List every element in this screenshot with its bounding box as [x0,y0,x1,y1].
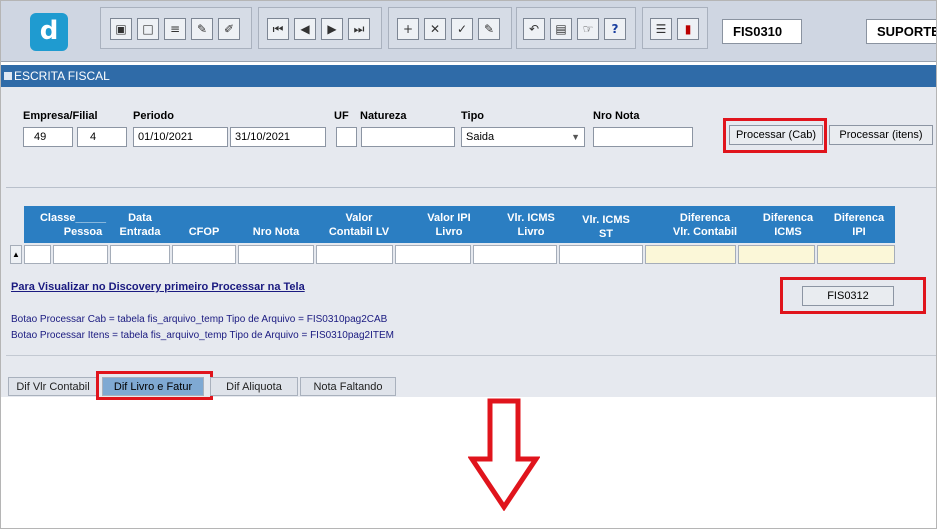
col-diferenca-contabil: Diferenca Vlr. Contabil [646,211,764,239]
clipboard-icon[interactable]: ▤ [550,18,572,40]
col-diferenca-ipi: Diferenca IPI [824,211,894,239]
col-header-line: ICMS [774,226,802,238]
tab-dif-aliquota[interactable]: Dif Aliquota [210,377,298,396]
col-cfop: CFOP [172,211,236,239]
grid-cell[interactable] [473,245,557,264]
grid-cell[interactable] [395,245,471,264]
col-header-line: CFOP [188,226,220,238]
grid-cell[interactable] [316,245,393,264]
grid-cell[interactable] [738,245,815,264]
col-header-line: Diferenca [833,212,885,224]
save-record-icon[interactable]: ✓ [451,18,473,40]
natureza-label: Natureza [360,110,407,122]
undo-icon[interactable]: ↶ [523,18,545,40]
grid-cell[interactable] [172,245,236,264]
cancel-icon[interactable]: ✎ [478,18,500,40]
col-vlr-icms-st: Vlr. ICMS ST [562,213,650,241]
col-data-entrada: Data Entrada [110,211,170,239]
window-title: ESCRITA FISCAL [14,69,110,83]
col-header-line: IPI [852,226,866,238]
processar-itens-button[interactable]: Processar (itens) [829,125,933,145]
grid-cell[interactable] [238,245,314,264]
col-header-line: Valor [345,212,373,224]
maximize-icon[interactable]: □ [137,18,159,40]
divider [6,187,937,188]
col-header-line [238,211,314,225]
question-icon[interactable]: ? [604,18,626,40]
grid-cell[interactable] [24,245,51,264]
user-name: SUPORTE [866,19,937,44]
col-valor-contabil: Valor Contabil LV [316,211,402,239]
chevron-down-icon: ▼ [571,132,580,142]
periodo-inicio-field[interactable]: 01/10/2021 [133,127,228,147]
uf-field[interactable] [336,127,357,147]
col-header-line: Diferenca [679,212,731,224]
grid-cell[interactable] [559,245,643,264]
uf-label: UF [334,110,349,122]
first-record-icon[interactable]: ⏮ [267,18,289,40]
discovery-link[interactable]: Para Visualizar no Discovery primeiro Pr… [11,281,305,293]
edit-icon[interactable]: ✐ [218,18,240,40]
save-icon[interactable]: ▣ [110,18,132,40]
nro-nota-field[interactable] [593,127,693,147]
empresa-field[interactable]: 49 [23,127,73,147]
tipo-value: Saida [466,131,495,143]
tipo-label: Tipo [461,110,485,122]
col-header-line: Contabil LV [328,226,390,238]
print-icon[interactable]: ≡ [164,18,186,40]
last-record-icon[interactable]: ⏭ [348,18,370,40]
info-processar-itens: Botao Processar Itens = tabela fis_arqui… [11,330,395,341]
menu-icon[interactable]: ☰ [650,18,672,40]
col-diferenca-icms: Diferenca ICMS [752,211,824,239]
previous-record-icon[interactable]: ◀ [294,18,316,40]
col-header-line: Valor IPI [427,212,471,224]
col-nro-nota: Nro Nota [238,211,314,239]
tab-nota-faltando[interactable]: Nota Faltando [300,377,396,396]
grid-cell[interactable] [110,245,170,264]
grid-cell[interactable] [53,245,108,264]
insert-record-icon[interactable]: + [397,18,419,40]
query-icon[interactable]: ✎ [191,18,213,40]
empresa-filial-label: Empresa/Filial [23,110,98,122]
col-header-line: Data [128,212,152,224]
nro-nota-label: Nro Nota [593,110,640,122]
exit-icon[interactable]: ▮ [677,18,699,40]
periodo-label: Periodo [133,110,174,122]
col-header-line: Classe_____ [39,212,107,224]
tipo-select[interactable]: Saida ▼ [461,127,585,147]
col-valor-ipi: Valor IPI Livro [404,211,494,239]
col-header-line: Diferenca [762,212,814,224]
info-processar-cab: Botao Processar Cab = tabela fis_arquivo… [11,314,388,325]
col-header-line: Nro Nota [252,226,300,238]
col-header-line [172,211,236,225]
col-header-line: Pessoa [63,226,103,238]
highlight-processar-cab [723,118,827,153]
delete-record-icon[interactable]: ✕ [424,18,446,40]
window-icon [4,72,12,80]
divider [6,355,937,356]
app-logo: d [30,13,68,51]
col-header-line: Vlr. Contabil [672,226,738,238]
col-classe-pessoa: Classe_____ Pessoa [36,211,110,239]
col-header-line: Vlr. ICMS [582,214,630,226]
col-header-line: Entrada [119,226,161,238]
form-code: FIS0310 [722,19,802,44]
arrow-down-icon [468,398,540,511]
help-icon[interactable]: ☞ [577,18,599,40]
toolbar: d ▣ □ ≡ ✎ ✐ ⏮ ◀ ▶ ⏭ + ✕ ✓ ✎ ↶ ▤ ☞ ? ☰ ▮ … [0,0,937,62]
col-header-line: Livro [435,226,463,238]
filial-field[interactable]: 4 [77,127,127,147]
col-header-line: ST [598,228,614,240]
scroll-up-icon[interactable]: ▲ [10,245,22,264]
natureza-field[interactable] [361,127,455,147]
window-title-bar: ESCRITA FISCAL [0,65,937,87]
highlight-fis0312 [780,277,926,314]
next-record-icon[interactable]: ▶ [321,18,343,40]
grid-cell[interactable] [645,245,736,264]
grid-cell[interactable] [817,245,895,264]
periodo-fim-field[interactable]: 31/10/2021 [230,127,326,147]
highlight-tab [96,371,213,400]
tab-dif-vlr-contabil[interactable]: Dif Vlr Contabil [8,377,98,396]
